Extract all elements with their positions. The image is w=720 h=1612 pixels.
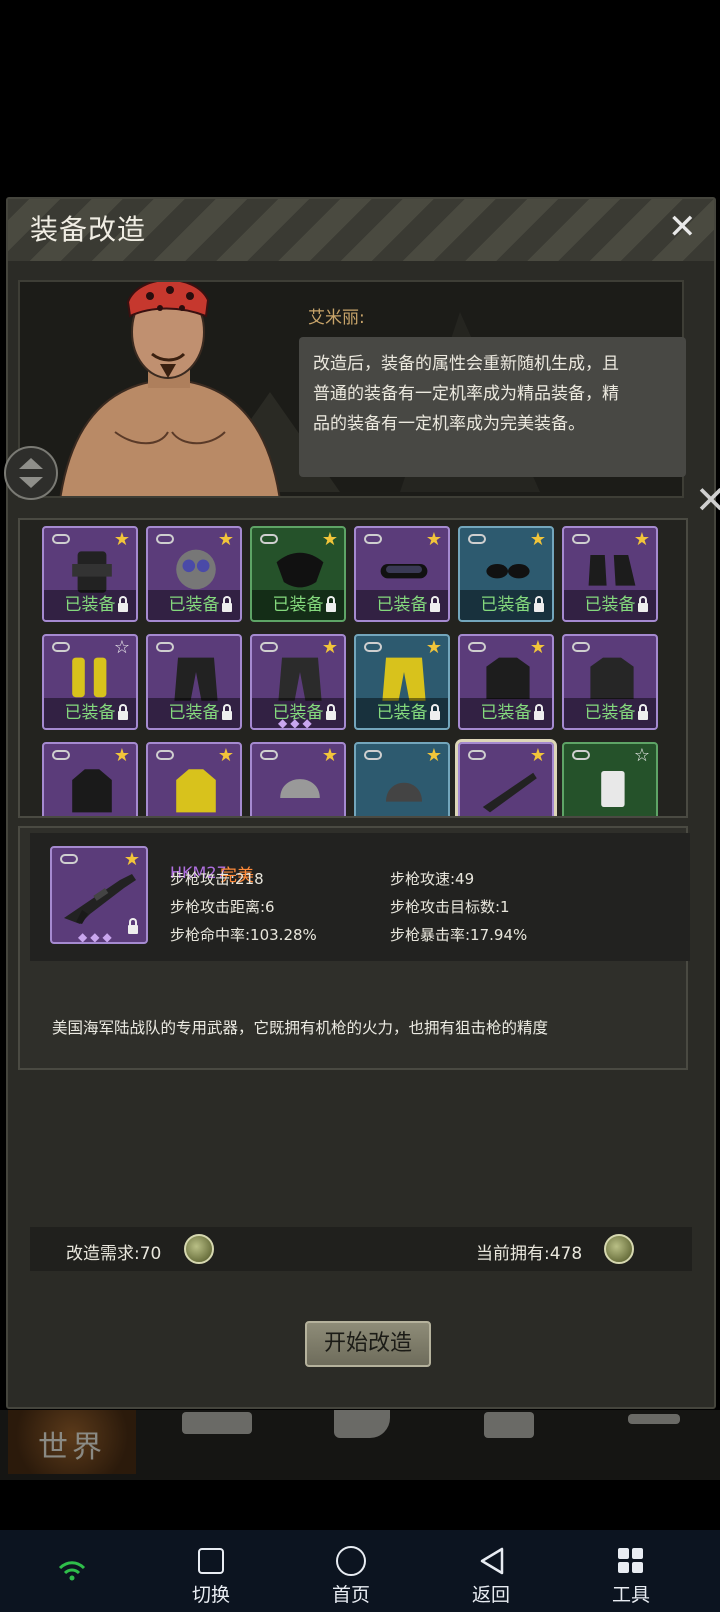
tab-base-icon[interactable] <box>182 1412 252 1434</box>
selected-item-icon: ★ ◆◆◆ <box>50 846 148 944</box>
link-icon <box>572 750 590 760</box>
lock-icon <box>222 596 232 612</box>
lock-icon <box>638 596 648 612</box>
stat-crit-rate: 步枪暴击率:17.94% <box>390 926 528 944</box>
link-icon <box>260 534 278 544</box>
link-icon <box>156 534 174 544</box>
tab-inventory-icon[interactable] <box>484 1412 534 1438</box>
side-close-icon[interactable]: ✕ <box>695 478 720 522</box>
link-icon <box>572 534 590 544</box>
nav-switch-label[interactable]: 切换 <box>192 1580 230 1607</box>
switch-icon[interactable] <box>198 1548 224 1574</box>
wifi-icon <box>58 1561 86 1581</box>
link-icon <box>52 750 70 760</box>
link-icon <box>260 642 278 652</box>
lock-icon <box>430 704 440 720</box>
link-icon <box>52 642 70 652</box>
stat-range: 步枪攻击距离:6 <box>170 898 275 916</box>
coin-icon <box>604 1234 634 1264</box>
equipment-slot-can[interactable]: ☆ <box>562 742 658 816</box>
owned-amount: 当前拥有:478 <box>476 1244 583 1264</box>
equipment-slot-yellow-boots[interactable]: ☆ 已装备 <box>42 634 138 730</box>
tab-character-icon[interactable] <box>334 1410 390 1438</box>
lock-icon <box>430 596 440 612</box>
link-icon <box>468 534 486 544</box>
stat-attack: 步枪攻击:218 <box>170 870 264 888</box>
link-icon <box>52 534 70 544</box>
speech-line: 普通的装备有一定机率成为精品装备，精 <box>313 384 619 404</box>
required-cost: 改造需求:70 <box>66 1244 162 1264</box>
lock-icon <box>222 704 232 720</box>
rifle-icon <box>482 772 537 813</box>
lock-icon <box>534 704 544 720</box>
scroll-up-down-icon[interactable] <box>4 446 58 500</box>
stat-hit-rate: 步枪命中率:103.28% <box>170 926 317 944</box>
stat-targets: 步枪攻击目标数:1 <box>390 898 510 916</box>
link-icon <box>156 750 174 760</box>
rifle-icon <box>64 874 136 924</box>
home-icon[interactable] <box>336 1546 366 1576</box>
dialog-title: 装备改造 <box>30 213 147 246</box>
beanie-icon <box>386 782 422 802</box>
link-icon <box>572 642 590 652</box>
lock-icon <box>326 596 336 612</box>
link-icon <box>364 534 382 544</box>
tab-world-label: 世界 <box>38 1430 106 1465</box>
link-icon <box>364 750 382 760</box>
equipment-slot-tactical-vest[interactable]: ★ 已装备 <box>42 526 138 622</box>
lock-icon <box>128 918 138 934</box>
lock-icon <box>534 596 544 612</box>
speech-line: 改造后，装备的属性会重新随机生成，且 <box>313 354 619 374</box>
quality-diamonds: ◆◆◆ <box>78 930 115 944</box>
lock-icon <box>638 704 648 720</box>
equipment-slot-yellow-hoodie[interactable]: ★ <box>146 742 242 816</box>
helmet-icon <box>280 779 320 798</box>
coin-icon <box>184 1234 214 1264</box>
link-icon <box>364 642 382 652</box>
item-description: 美国海军陆战队的专用武器，它既拥有机枪的火力，也拥有狙击枪的精度 <box>52 1019 549 1037</box>
star-icon: ★ <box>123 849 140 870</box>
equipment-slot-sunglasses[interactable]: ★ 已装备 <box>458 526 554 622</box>
equipment-slot-yellow-pants[interactable]: ★ 已装备 <box>354 634 450 730</box>
can-icon <box>601 771 625 807</box>
quality-diamonds: ◆◆◆ <box>278 716 315 730</box>
equipment-slot-helmet[interactable]: ★ <box>250 742 346 816</box>
back-icon[interactable] <box>478 1546 506 1576</box>
start-modify-button[interactable]: 开始改造 <box>305 1321 431 1367</box>
nav-back-label[interactable]: 返回 <box>472 1580 510 1607</box>
equipment-slot-black-jacket[interactable]: ★ 已装备 <box>458 634 554 730</box>
updown-arrows-icon <box>19 458 43 488</box>
close-icon[interactable]: ✕ <box>668 210 697 244</box>
link-icon <box>60 854 78 864</box>
equipment-slot-black-coat[interactable]: 已装备 <box>562 634 658 730</box>
equipment-slot-goggles[interactable]: ★ 已装备 <box>354 526 450 622</box>
stat-attack-speed: 步枪攻速:49 <box>390 870 475 888</box>
link-icon <box>156 642 174 652</box>
dark-hoodie-icon <box>72 769 112 813</box>
equipment-slot-black-pants[interactable]: 已装备 <box>146 634 242 730</box>
nav-home-label[interactable]: 首页 <box>332 1580 370 1607</box>
equipment-slot-gas-mask[interactable]: ★ 已装备 <box>146 526 242 622</box>
nav-tools-label[interactable]: 工具 <box>612 1580 650 1607</box>
equipment-slot-cargo-pants[interactable]: ★ 已装备 ◆◆◆ <box>250 634 346 730</box>
npc-name: 艾米丽: <box>308 308 365 328</box>
tab-craft-icon[interactable] <box>628 1414 680 1424</box>
lock-icon <box>326 704 336 720</box>
link-icon <box>468 642 486 652</box>
speech-line: 品的装备有一定机率成为完美装备。 <box>313 414 585 434</box>
equipment-grid: ★ 已装备 ★ 已装备 ★ 已装备 ★ 已装备 ★ 已装备 ★ 已装备 ☆ 已装备 已装备 ★ 已装备 ◆◆◆ ★ 已… <box>18 518 688 818</box>
equipment-slot-boots[interactable]: ★ 已装备 <box>562 526 658 622</box>
equipment-slot-beanie[interactable]: ★ <box>354 742 450 816</box>
link-icon <box>468 750 486 760</box>
npc-speech-bubble: 改造后，装备的属性会重新随机生成，且 普通的装备有一定机率成为精品装备，精 品的… <box>299 337 686 477</box>
equipment-slot-rifle[interactable]: ★ <box>455 739 557 816</box>
tools-icon[interactable] <box>618 1548 644 1574</box>
equipment-slot-dark-hoodie[interactable]: ★ <box>42 742 138 816</box>
link-icon <box>260 750 278 760</box>
lock-icon <box>118 704 128 720</box>
equipment-slot-face-mask[interactable]: ★ 已装备 <box>250 526 346 622</box>
lock-icon <box>118 596 128 612</box>
yellow-hoodie-icon <box>176 769 216 813</box>
